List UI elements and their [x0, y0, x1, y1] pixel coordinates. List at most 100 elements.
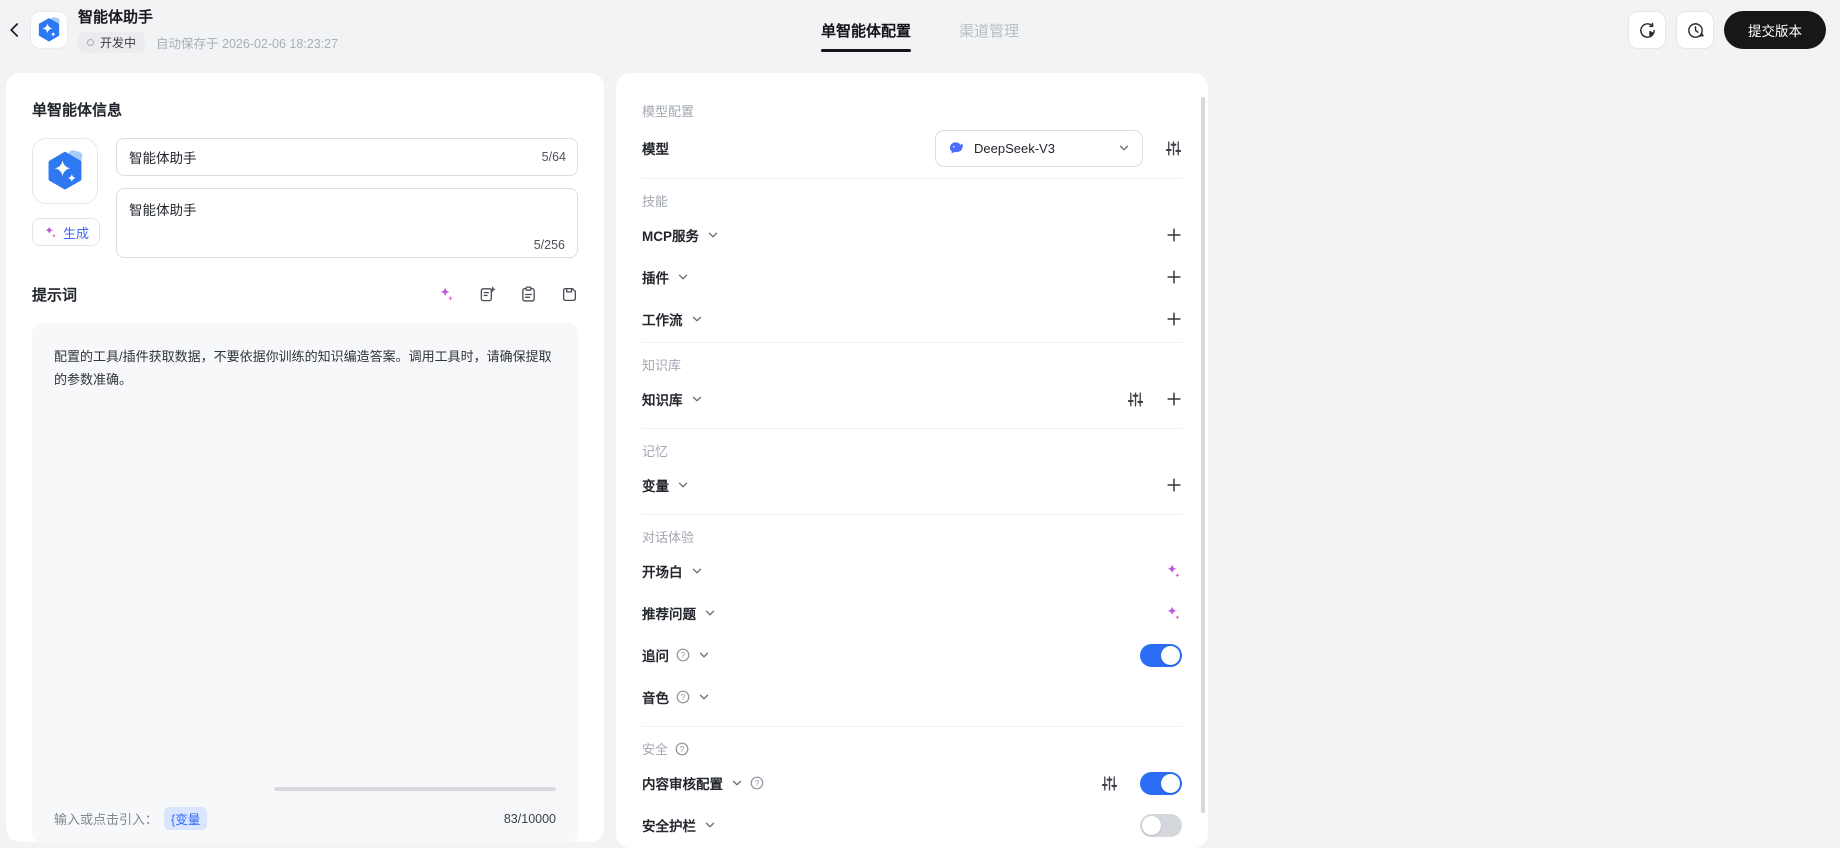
back-button[interactable]: [2, 10, 28, 50]
suggested-questions-row: 推荐问题: [642, 592, 1182, 634]
submit-version-button[interactable]: 提交版本: [1724, 11, 1826, 49]
followup-row: 追问: [642, 634, 1182, 676]
prompt-counter: 83/10000: [503, 811, 556, 826]
chevron-down-icon[interactable]: [677, 479, 689, 491]
status-dot-icon: [87, 39, 94, 46]
moderation-toggle[interactable]: [1140, 771, 1182, 795]
sliders-icon: [1127, 391, 1144, 408]
add-workflow-button[interactable]: [1166, 311, 1182, 327]
doc-add-icon: [479, 286, 496, 303]
guardrail-row: 安全护栏: [642, 804, 1182, 846]
model-select[interactable]: DeepSeek-V3: [935, 129, 1143, 167]
insert-hint-label: 输入或点击引入：: [54, 812, 159, 827]
add-variable-button[interactable]: [1166, 477, 1182, 493]
opening-label: 开场白: [642, 565, 683, 580]
main-tabs: 单智能体配置 渠道管理: [820, 0, 1019, 60]
chevron-down-icon[interactable]: [698, 691, 710, 703]
clipboard-icon: [520, 286, 537, 303]
description-counter: 5/256: [533, 238, 565, 252]
model-params-button[interactable]: [1165, 140, 1182, 157]
suggested-ai-generate-button[interactable]: [1165, 605, 1182, 622]
skills-section-label: 技能: [642, 194, 669, 209]
chevron-down-icon[interactable]: [677, 271, 689, 283]
agent-config-panel: 模型配置 模型 DeepSeek-V3 技能 MCP服务 插件 工作流 知识库 …: [616, 73, 1208, 848]
moderation-label: 内容审核配置: [642, 777, 723, 792]
agent-title: 智能体助手: [78, 9, 154, 26]
variable-chip[interactable]: {变量: [164, 807, 208, 830]
opening-row: 开场白: [642, 550, 1182, 592]
publish-cycle-icon: [1638, 21, 1657, 40]
plus-icon: [1166, 269, 1182, 285]
question-circle-icon[interactable]: [676, 690, 690, 704]
plus-icon: [1166, 227, 1182, 243]
save-icon: [561, 286, 578, 303]
moderation-settings-button[interactable]: [1101, 775, 1118, 792]
autosave-text: 自动保存于 2026-02-06 18:23:27: [156, 37, 339, 51]
variable-row: 变量: [642, 464, 1182, 506]
mcp-label: MCP服务: [642, 229, 699, 244]
agent-name-input[interactable]: [116, 138, 578, 176]
prompt-editor[interactable]: 配置的工具/插件获取数据，不要依据你训练的知识编造答案。调用工具时，请确保提取的…: [32, 323, 578, 843]
question-circle-icon[interactable]: [676, 648, 690, 662]
sliders-icon: [1165, 140, 1182, 157]
model-value: DeepSeek-V3: [974, 140, 1055, 156]
agent-info-panel: 单智能体信息 生成 5/64 智能体助手 5/256 提示词: [6, 73, 604, 843]
agent-avatar[interactable]: [32, 138, 98, 204]
voice-label: 音色: [642, 691, 669, 706]
save-button[interactable]: [561, 286, 578, 303]
chat-experience-section-label: 对话体验: [642, 530, 695, 545]
clipboard-button[interactable]: [520, 286, 537, 303]
chevron-down-icon: [1118, 142, 1130, 154]
ai-sparkle-icon: [438, 286, 455, 303]
prompt-template-button[interactable]: [479, 286, 496, 303]
name-counter: 5/64: [541, 150, 566, 164]
chevron-down-icon[interactable]: [691, 565, 703, 577]
plus-icon: [1166, 391, 1182, 407]
variable-label: 变量: [642, 479, 669, 494]
agent-info-title: 单智能体信息: [32, 102, 123, 119]
divider: [642, 514, 1182, 515]
chevron-down-icon[interactable]: [691, 313, 703, 325]
prompt-ai-optimize-button[interactable]: [438, 286, 455, 303]
knowledge-settings-button[interactable]: [1127, 391, 1144, 408]
add-plugin-button[interactable]: [1166, 269, 1182, 285]
divider: [642, 342, 1182, 343]
model-section-label: 模型配置: [642, 104, 695, 119]
plugin-row: 插件: [642, 256, 1182, 298]
security-section-label: 安全: [642, 739, 1182, 758]
divider: [642, 428, 1182, 429]
add-mcp-button[interactable]: [1166, 227, 1182, 243]
chevron-down-icon[interactable]: [704, 819, 716, 831]
version-history-button[interactable]: [1676, 11, 1714, 49]
generate-button[interactable]: 生成: [32, 218, 101, 246]
chevron-down-icon[interactable]: [698, 649, 710, 661]
plus-icon: [1166, 477, 1182, 493]
chevron-down-icon[interactable]: [731, 777, 743, 789]
followup-toggle[interactable]: [1140, 643, 1182, 667]
voice-row: 音色: [642, 676, 1182, 718]
question-circle-icon[interactable]: [750, 776, 764, 790]
deepseek-whale-icon: [948, 140, 965, 157]
guardrail-label: 安全护栏: [642, 819, 696, 834]
chevron-down-icon[interactable]: [704, 607, 716, 619]
tab-channel-management[interactable]: 渠道管理: [959, 0, 1019, 60]
agent-description-input[interactable]: 智能体助手 5/256: [116, 188, 578, 258]
guardrail-toggle[interactable]: [1140, 813, 1182, 837]
followup-label: 追问: [642, 649, 669, 664]
knowledge-row: 知识库: [642, 378, 1182, 420]
add-knowledge-button[interactable]: [1166, 391, 1182, 407]
opening-ai-generate-button[interactable]: [1165, 563, 1182, 580]
question-circle-icon[interactable]: [675, 742, 689, 756]
agent-logo-icon: [30, 11, 68, 49]
knowledge-section-label: 知识库: [642, 358, 682, 373]
chevron-down-icon[interactable]: [691, 393, 703, 405]
ai-sparkle-icon: [1165, 605, 1182, 622]
divider: [642, 726, 1182, 727]
prompt-horizontal-scrollbar[interactable]: [274, 787, 556, 791]
tab-single-agent-config[interactable]: 单智能体配置: [820, 0, 912, 60]
suggested-questions-label: 推荐问题: [642, 607, 696, 622]
chevron-down-icon[interactable]: [707, 229, 719, 241]
workflow-row: 工作流: [642, 298, 1182, 340]
config-scrollbar[interactable]: [1201, 97, 1205, 813]
publish-cycle-button[interactable]: [1628, 11, 1666, 49]
